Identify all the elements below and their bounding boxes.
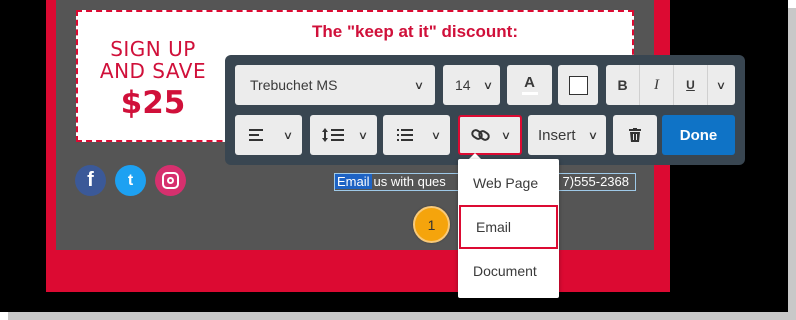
twitter-glyph: t bbox=[127, 171, 134, 189]
more-format-dropdown[interactable]: ∨ bbox=[708, 65, 735, 105]
bold-button[interactable]: B bbox=[606, 65, 640, 105]
chevron-down-icon: ∨ bbox=[500, 129, 512, 142]
promo-title: The "keep at it" discount: bbox=[312, 22, 518, 41]
promo-line-1: SIGN UP bbox=[110, 37, 196, 61]
chevron-down-icon: ∨ bbox=[716, 79, 727, 92]
align-left-icon bbox=[249, 129, 263, 141]
text-color-button[interactable]: A bbox=[507, 65, 552, 105]
chevron-down-icon: ∨ bbox=[413, 79, 425, 92]
chevron-down-icon: ∨ bbox=[357, 129, 369, 142]
chevron-down-icon: ∨ bbox=[587, 129, 599, 142]
promo-offer: SIGN UP AND SAVE $25 bbox=[78, 12, 228, 140]
instagram-icon[interactable] bbox=[155, 165, 186, 196]
link-type-menu: Web Page Email Document bbox=[458, 159, 559, 298]
menu-item-document[interactable]: Document bbox=[458, 249, 559, 293]
delete-button[interactable] bbox=[613, 115, 657, 155]
text-editor-toolbar: Trebuchet MS ∨ 14 ∨ A B I U ∨ ∨ ∨ ∨ ∨ In… bbox=[225, 55, 745, 165]
list-icon bbox=[397, 129, 413, 141]
line-height-dropdown[interactable]: ∨ bbox=[310, 115, 377, 155]
twitter-icon[interactable]: t bbox=[115, 165, 146, 196]
background-color-button[interactable] bbox=[558, 65, 598, 105]
promo-line-2: AND SAVE bbox=[99, 59, 207, 83]
screenshot-shadow-right bbox=[788, 8, 796, 320]
selected-text[interactable]: Email bbox=[335, 174, 372, 189]
insert-dropdown[interactable]: Insert ∨ bbox=[528, 115, 606, 155]
screenshot-shadow-bottom bbox=[8, 312, 796, 320]
email-text-rest[interactable]: us with ques bbox=[372, 174, 446, 189]
font-size-value: 14 bbox=[455, 77, 471, 93]
font-size-select[interactable]: 14 ∨ bbox=[443, 65, 500, 105]
chevron-down-icon: ∨ bbox=[282, 129, 294, 142]
background-color-swatch-icon bbox=[568, 75, 588, 95]
promo-amount: $25 bbox=[120, 85, 186, 121]
font-family-value: Trebuchet MS bbox=[250, 77, 338, 93]
text-align-dropdown[interactable]: ∨ bbox=[235, 115, 302, 155]
menu-item-email[interactable]: Email bbox=[459, 205, 558, 249]
chevron-down-icon: ∨ bbox=[430, 129, 442, 142]
underline-button[interactable]: U bbox=[674, 65, 708, 105]
italic-button[interactable]: I bbox=[640, 65, 674, 105]
font-family-select[interactable]: Trebuchet MS ∨ bbox=[235, 65, 435, 105]
link-icon bbox=[471, 129, 490, 141]
link-dropdown[interactable]: ∨ bbox=[458, 115, 522, 155]
line-height-icon bbox=[322, 128, 344, 142]
text-format-group: B I U ∨ bbox=[606, 65, 735, 105]
list-dropdown[interactable]: ∨ bbox=[383, 115, 450, 155]
facebook-glyph: f bbox=[87, 169, 94, 191]
chevron-down-icon: ∨ bbox=[482, 79, 494, 92]
instagram-camera-glyph bbox=[162, 172, 179, 189]
step-callout-badge: 1 bbox=[413, 206, 450, 243]
email-text-phone[interactable]: 7)555-2368 bbox=[560, 174, 629, 190]
trash-icon bbox=[629, 128, 641, 142]
done-button[interactable]: Done bbox=[662, 115, 735, 155]
text-color-swatch bbox=[521, 92, 538, 95]
text-color-icon: A bbox=[524, 74, 535, 91]
facebook-icon[interactable]: f bbox=[75, 165, 106, 196]
menu-item-web-page[interactable]: Web Page bbox=[458, 161, 559, 205]
insert-label: Insert bbox=[538, 126, 576, 144]
